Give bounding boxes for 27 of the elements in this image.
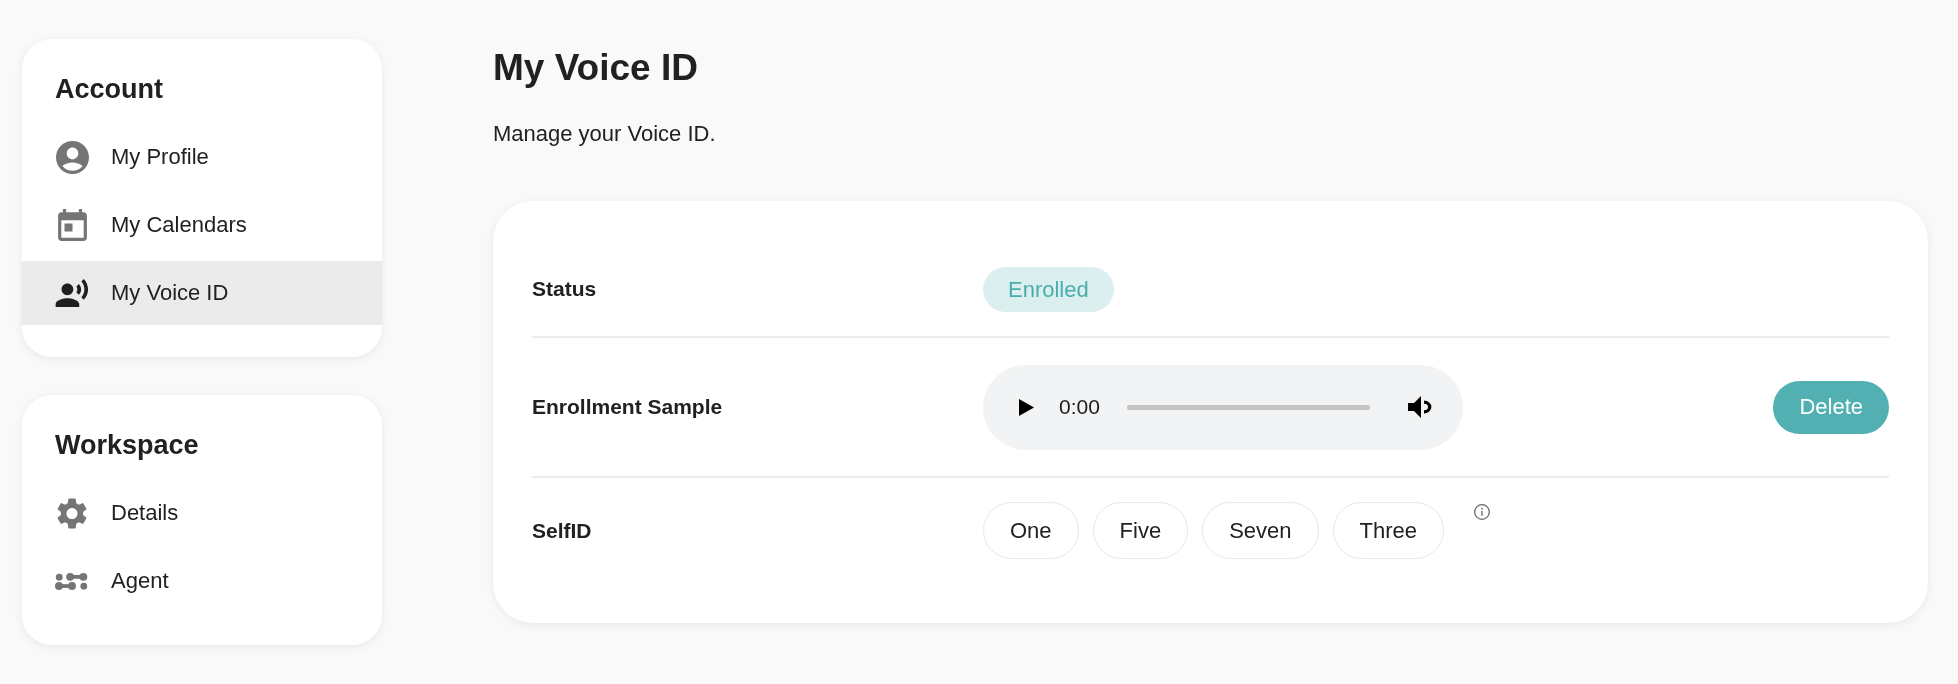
section-heading: Account [54, 73, 164, 105]
dot-cluster-icon [55, 571, 89, 591]
progress-track[interactable] [1127, 404, 1370, 410]
gear-icon [57, 497, 87, 529]
sidebar-item[interactable]: Details [22, 481, 382, 545]
speaking-person-icon [55, 279, 89, 307]
word-chip: Seven [1202, 502, 1319, 559]
setting-label: SelfID [532, 518, 593, 543]
sidebar-item[interactable]: My Voice ID [22, 261, 382, 325]
word-chip: Five [1092, 502, 1189, 559]
page-subtitle: Manage your Voice ID. [493, 121, 717, 147]
info-icon[interactable] [1474, 504, 1491, 520]
page-title: My Voice ID [493, 46, 699, 90]
play-icon[interactable] [1019, 398, 1034, 416]
sidebar-item[interactable]: Agent [22, 549, 382, 613]
status-badge: Enrolled [983, 266, 1114, 312]
setting-label: Status [532, 277, 598, 301]
audio-player[interactable]: 0:00 [983, 364, 1463, 450]
setting-label: Enrollment Sample [532, 395, 724, 419]
sidebar-item[interactable]: My Profile [22, 125, 382, 189]
sidebar-item[interactable]: My Calendars [22, 193, 382, 257]
speaker-icon[interactable] [1408, 396, 1433, 418]
word-chip: Three [1332, 502, 1445, 559]
time-label: 0:00 [1059, 395, 1100, 419]
section-heading: Workspace [54, 429, 200, 461]
word-chip: One [983, 502, 1079, 559]
calendar-icon [57, 209, 87, 241]
